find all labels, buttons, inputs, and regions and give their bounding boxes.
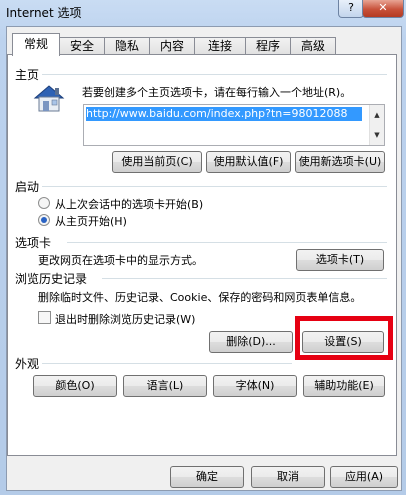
startup-group-label: 启动 [15,180,40,194]
history-description: 删除临时文件、历史记录、Cookie、保存的密码和网页表单信息。 [38,291,362,304]
history-group-divider [102,278,387,279]
use-new-tab-button[interactable]: 使用新选项卡(U) [295,151,385,173]
tab-general[interactable]: 常规 [12,33,60,56]
accessibility-button[interactable]: 辅助功能(E) [303,375,385,397]
house-icon [33,85,65,112]
appearance-group-divider [42,363,292,364]
textarea-scrollbar[interactable]: ▲ ▼ [369,105,384,145]
use-current-button[interactable]: 使用当前页(C) [112,151,202,173]
home-group-label: 主页 [15,68,40,82]
home-page-url: http://www.baidu.com/index.php?tn=980120… [86,107,362,121]
tabs-description: 更改网页在选项卡中的显示方式。 [38,254,203,267]
delete-on-exit-checkbox[interactable] [38,311,51,324]
home-instruction: 若要创建多个主页选项卡，请在每行输入一个地址(R)。 [82,86,352,99]
highlight-box [295,316,393,360]
help-button[interactable]: ? [338,0,364,18]
internet-options-window: Internet 选项 ? ✕ 常规 安全 隐私 内容 连接 程序 高级 主页 … [0,0,406,495]
radio-last-session[interactable] [38,197,50,209]
home-page-textarea[interactable]: http://www.baidu.com/index.php?tn=980120… [83,104,385,146]
scroll-down-icon[interactable]: ▼ [370,125,384,145]
title-bar: Internet 选项 ? ✕ [0,0,406,24]
tab-privacy[interactable]: 隐私 [104,37,150,55]
scroll-up-icon[interactable]: ▲ [370,105,384,125]
help-icon: ? [348,1,354,14]
languages-button[interactable]: 语言(L) [123,375,207,397]
delete-history-button[interactable]: 删除(D)... [209,331,293,353]
apply-button[interactable]: 应用(A) [330,466,398,488]
radio-home-page-label: 从主页开始(H) [55,215,127,228]
tab-advanced[interactable]: 高级 [290,37,336,55]
delete-on-exit-label: 退出时删除浏览历史记录(W) [55,313,196,326]
tabs-settings-button[interactable]: 选项卡(T) [296,249,384,271]
tabs-group-label: 选项卡 [15,236,52,250]
colors-button[interactable]: 颜色(O) [33,375,117,397]
tab-content[interactable]: 内容 [149,37,195,55]
home-group-divider [42,74,387,75]
window-title: Internet 选项 [6,6,82,20]
radio-last-session-label: 从上次会话中的选项卡开始(B) [55,198,204,211]
use-default-button[interactable]: 使用默认值(F) [206,151,291,173]
tab-programs[interactable]: 程序 [245,37,291,55]
fonts-button[interactable]: 字体(N) [213,375,297,397]
close-button[interactable]: ✕ [362,0,404,18]
tab-security[interactable]: 安全 [59,37,105,55]
close-icon: ✕ [378,1,388,14]
history-group-label: 浏览历史记录 [15,272,88,286]
tabs-group-divider [67,242,387,243]
tab-connections[interactable]: 连接 [194,37,246,55]
radio-home-page[interactable] [38,214,50,226]
ok-button[interactable]: 确定 [170,466,244,488]
cancel-button[interactable]: 取消 [251,466,325,488]
startup-group-divider [42,186,387,187]
appearance-group-label: 外观 [15,357,40,371]
